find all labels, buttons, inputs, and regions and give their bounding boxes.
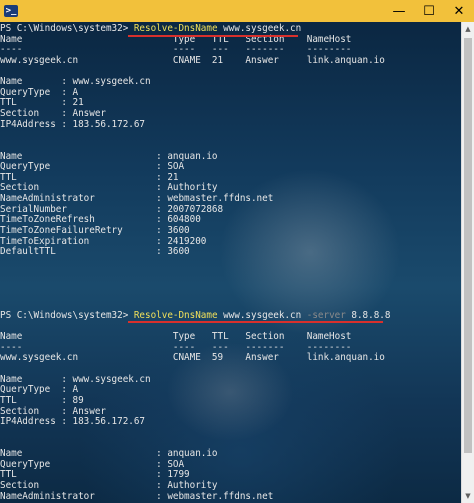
console-text: QueryType : SOA	[0, 458, 185, 470]
console-text: www.sysgeek.cn CNAME 59 Answer link.anqu…	[0, 352, 385, 364]
console-text: Section : Authority	[0, 182, 218, 194]
command-name: Resolve-DnsName	[133, 309, 218, 321]
scroll-down-arrow-icon[interactable]: ▼	[462, 489, 474, 503]
console-text: SerialNumber : 2007072868	[0, 203, 224, 215]
console-text: www.sysgeek.cn CNAME 21 Answer link.anqu…	[0, 54, 385, 66]
annotation-underline-1	[128, 35, 298, 37]
close-icon[interactable]: ✕	[444, 0, 474, 22]
console-line: IP4Address : 183.56.172.67	[0, 416, 390, 428]
console-text: ---- ---- --- ------- --------	[0, 44, 352, 56]
console-text: Section : Answer	[0, 108, 106, 119]
console-text: Section : Answer	[0, 405, 106, 417]
powershell-window: >_ — ☐ ✕ PS C:\Windows\system32> Resolve…	[0, 0, 474, 503]
console-text: Name Type TTL Section NameHost	[0, 331, 352, 343]
console-text: www.sysgeek.cn	[217, 23, 302, 34]
console-text: Name : anquan.io	[0, 150, 218, 162]
console-text: NameAdministrator : webmaster.ffdns.net	[0, 193, 274, 204]
scroll-up-arrow-icon[interactable]: ▲	[462, 22, 474, 36]
console-text: QueryType : A	[0, 384, 79, 396]
console-text: IP4Address : 183.56.172.67	[0, 118, 146, 130]
console-text: Name : www.sysgeek.cn	[0, 373, 151, 385]
console-text: TimeToExpiration : 2419200	[0, 235, 207, 247]
title-bar[interactable]: >_ — ☐ ✕	[0, 0, 474, 22]
console-line: IP4Address : 183.56.172.67	[0, 118, 390, 131]
scroll-thumb[interactable]	[464, 38, 472, 453]
console-text: QueryType : SOA	[0, 161, 185, 173]
maximize-icon[interactable]: ☐	[414, 0, 444, 22]
console-text: DefaultTTL : 3600	[0, 246, 190, 258]
console-line: www.sysgeek.cn CNAME 59 Answer link.anqu…	[0, 353, 390, 364]
powershell-icon: >_	[4, 5, 18, 17]
console-text: QueryType : A	[0, 86, 79, 98]
vertical-scrollbar[interactable]: ▲ ▼	[461, 22, 474, 503]
console-text: PS C:\Windows\system32>	[0, 23, 134, 34]
console-line: DefaultTTL : 3600	[0, 246, 390, 258]
console-text: Name : www.sysgeek.cn	[0, 76, 151, 88]
console-output[interactable]: PS C:\Windows\system32> Resolve-DnsName …	[0, 22, 462, 503]
console-lines: PS C:\Windows\system32> Resolve-DnsName …	[0, 23, 391, 503]
console-line: www.sysgeek.cn CNAME 21 Answer link.anqu…	[0, 54, 390, 67]
console-text: Name : anquan.io	[0, 448, 218, 459]
console-text: www.sysgeek.cn	[217, 309, 307, 321]
console-text: 8.8.8.8	[345, 309, 391, 321]
console-line: NameAdministrator : webmaster.ffdns.net	[0, 490, 390, 503]
console-text: TTL : 21	[0, 171, 179, 183]
window-controls: — ☐ ✕	[384, 0, 474, 22]
console-text: IP4Address : 183.56.172.67	[0, 416, 146, 428]
console-text: ---- ---- --- ------- --------	[0, 341, 352, 353]
console-text: NameAdministrator : webmaster.ffdns.net	[0, 490, 274, 502]
console-text: TimeToZoneRefresh : 604800	[0, 214, 201, 226]
console-text: PS C:\Windows\system32>	[0, 309, 134, 321]
console-text: TTL : 1799	[0, 469, 190, 481]
console-text: TimeToZoneFailureRetry : 3600	[0, 224, 190, 236]
console-text: TTL : 89	[0, 394, 84, 406]
console-text: TTL : 21	[0, 97, 84, 109]
console-line: PS C:\Windows\system32> Resolve-DnsName …	[0, 309, 391, 322]
annotation-underline-2	[128, 321, 383, 323]
command-parameter: -server	[306, 309, 346, 321]
console-text: Section : Authority	[0, 479, 218, 491]
minimize-icon[interactable]: —	[384, 0, 414, 22]
command-name: Resolve-DnsName	[133, 23, 218, 34]
